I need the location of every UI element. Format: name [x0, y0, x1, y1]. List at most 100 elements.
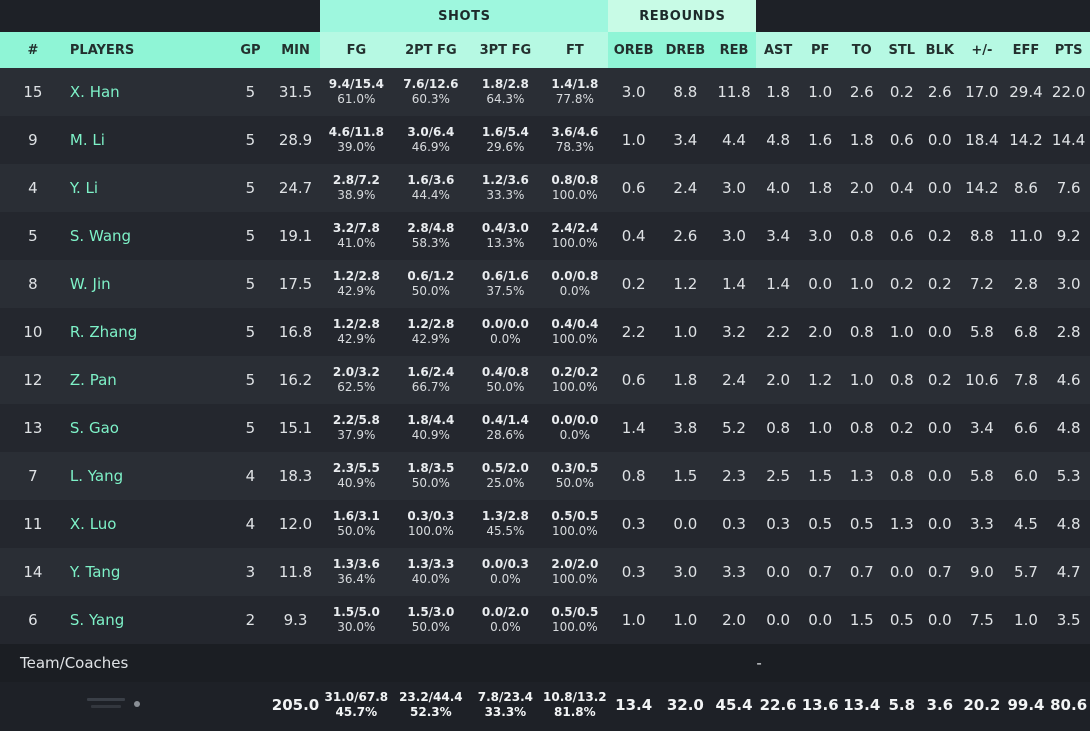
player-stl: 0.2 — [883, 68, 921, 116]
player-3pt-fg-pct: 0.0% — [490, 572, 521, 586]
player-fg-made: 4.6/11.8 — [328, 125, 384, 139]
header-pts[interactable]: PTS — [1047, 32, 1090, 68]
player-ft: 0.0/0.8 0.0% — [541, 260, 609, 308]
player-eff: 5.7 — [1004, 548, 1048, 596]
player-min: 28.9 — [270, 116, 321, 164]
totals-fg-pct: 45.7% — [335, 704, 378, 719]
header-dreb[interactable]: DREB — [659, 32, 712, 68]
player-ft: 3.6/4.6 78.3% — [541, 116, 609, 164]
player-name-link[interactable]: W. Jin — [65, 260, 231, 308]
player-blk: 0.7 — [920, 548, 960, 596]
table-row: 9 M. Li 5 28.9 4.6/11.8 39.0% 3.0/6.4 46.9% 1.6/… — [0, 116, 1090, 164]
player-min: 16.2 — [270, 356, 321, 404]
table-row: 11 X. Luo 4 12.0 1.6/3.1 50.0% 0.3/0.3 100.0% 1.… — [0, 500, 1090, 548]
header-eff[interactable]: EFF — [1004, 32, 1048, 68]
header-to[interactable]: TO — [840, 32, 884, 68]
player-pts: 3.5 — [1047, 596, 1090, 644]
player-fg: 3.2/7.8 41.0% — [320, 212, 393, 260]
header-blk[interactable]: BLK — [920, 32, 960, 68]
player-name-link[interactable]: Z. Pan — [65, 356, 231, 404]
player-plus-minus: 7.5 — [959, 596, 1005, 644]
totals-fg-made: 31.0/67.8 — [324, 689, 389, 704]
totals-plus-minus: 20.2 — [959, 682, 1005, 727]
player-name-link[interactable]: S. Yang — [65, 596, 231, 644]
player-ft-made: 3.6/4.6 — [551, 125, 599, 139]
table-row: 7 L. Yang 4 18.3 2.3/5.5 40.9% 1.8/3.5 50.0% 0.5… — [0, 452, 1090, 500]
header-pf[interactable]: PF — [799, 32, 841, 68]
team-spacer — [320, 644, 757, 682]
player-gp: 5 — [230, 356, 271, 404]
player-plus-minus: 3.4 — [959, 404, 1005, 452]
player-dreb: 3.4 — [659, 116, 712, 164]
player-dreb: 3.0 — [659, 548, 712, 596]
player-3pt-fg-pct: 50.0% — [486, 380, 525, 394]
player-name-link[interactable]: S. Gao — [65, 404, 231, 452]
player-ast: 2.2 — [756, 308, 800, 356]
header-min[interactable]: MIN — [270, 32, 321, 68]
player-reb: 1.4 — [711, 260, 757, 308]
header-ft[interactable]: FT — [541, 32, 609, 68]
totals-blk: 3.6 — [920, 682, 960, 727]
header-2pt-fg[interactable]: 2PT FG — [392, 32, 470, 68]
header-3pt-fg[interactable]: 3PT FG — [469, 32, 542, 68]
header-ast[interactable]: AST — [756, 32, 800, 68]
player-pf: 1.5 — [799, 452, 841, 500]
player-ft-made: 0.2/0.2 — [551, 365, 599, 379]
header-oreb[interactable]: OREB — [608, 32, 659, 68]
player-2pt-fg-made: 1.2/2.8 — [407, 317, 455, 331]
player-ft-pct: 100.0% — [551, 188, 598, 202]
player-stl: 0.2 — [883, 260, 921, 308]
player-2pt-fg-pct: 40.0% — [411, 572, 450, 586]
player-reb: 5.2 — [711, 404, 757, 452]
player-pts: 22.0 — [1047, 68, 1090, 116]
player-name-link[interactable]: Y. Tang — [65, 548, 231, 596]
totals-logo-cell — [0, 682, 231, 727]
header-players[interactable]: PLAYERS — [65, 32, 231, 68]
player-name-link[interactable]: R. Zhang — [65, 308, 231, 356]
player-gp: 3 — [230, 548, 271, 596]
header-reb[interactable]: REB — [711, 32, 757, 68]
player-ft-pct: 78.3% — [555, 140, 594, 154]
player-2pt-fg-made: 1.5/3.0 — [407, 605, 455, 619]
totals-2pt-fg: 23.2/44.4 52.3% — [392, 682, 470, 727]
player-2pt-fg: 1.8/4.4 40.9% — [392, 404, 470, 452]
player-number: 10 — [0, 308, 66, 356]
header-num[interactable]: # — [0, 32, 66, 68]
player-name-link[interactable]: Y. Li — [65, 164, 231, 212]
player-name-link[interactable]: M. Li — [65, 116, 231, 164]
player-fg: 9.4/15.4 61.0% — [320, 68, 393, 116]
player-name-link[interactable]: S. Wang — [65, 212, 231, 260]
player-min: 17.5 — [270, 260, 321, 308]
header-gp[interactable]: GP — [230, 32, 271, 68]
player-name-link[interactable]: L. Yang — [65, 452, 231, 500]
player-dreb: 0.0 — [659, 500, 712, 548]
player-reb: 3.0 — [711, 212, 757, 260]
player-blk: 0.2 — [920, 212, 960, 260]
player-eff: 7.8 — [1004, 356, 1048, 404]
player-ast: 4.8 — [756, 116, 800, 164]
player-oreb: 0.3 — [608, 548, 659, 596]
player-name-link[interactable]: X. Han — [65, 68, 231, 116]
player-plus-minus: 7.2 — [959, 260, 1005, 308]
player-fg-made: 2.2/5.8 — [332, 413, 380, 427]
player-plus-minus: 14.2 — [959, 164, 1005, 212]
group-blank-right — [756, 0, 1090, 32]
player-name-link[interactable]: X. Luo — [65, 500, 231, 548]
player-2pt-fg-made: 0.3/0.3 — [407, 509, 455, 523]
header-stl[interactable]: STL — [883, 32, 921, 68]
player-3pt-fg-made: 0.0/0.0 — [481, 317, 529, 331]
player-ft: 2.4/2.4 100.0% — [541, 212, 609, 260]
player-fg-made: 9.4/15.4 — [328, 77, 384, 91]
totals-pf: 13.6 — [799, 682, 841, 727]
player-ft-pct: 100.0% — [551, 620, 598, 634]
player-2pt-fg-pct: 46.9% — [411, 140, 450, 154]
player-3pt-fg: 1.8/2.8 64.3% — [469, 68, 542, 116]
header-plus-minus[interactable]: +/- — [959, 32, 1005, 68]
player-ft-made: 0.3/0.5 — [551, 461, 599, 475]
player-rows: 15 X. Han 5 31.5 9.4/15.4 61.0% 7.6/12.6 60.3% 1… — [0, 68, 1090, 644]
header-fg[interactable]: FG — [320, 32, 393, 68]
table-row: 10 R. Zhang 5 16.8 1.2/2.8 42.9% 1.2/2.8 42.9% 0… — [0, 308, 1090, 356]
player-min: 11.8 — [270, 548, 321, 596]
player-fg: 2.8/7.2 38.9% — [320, 164, 393, 212]
player-fg: 1.5/5.0 30.0% — [320, 596, 393, 644]
